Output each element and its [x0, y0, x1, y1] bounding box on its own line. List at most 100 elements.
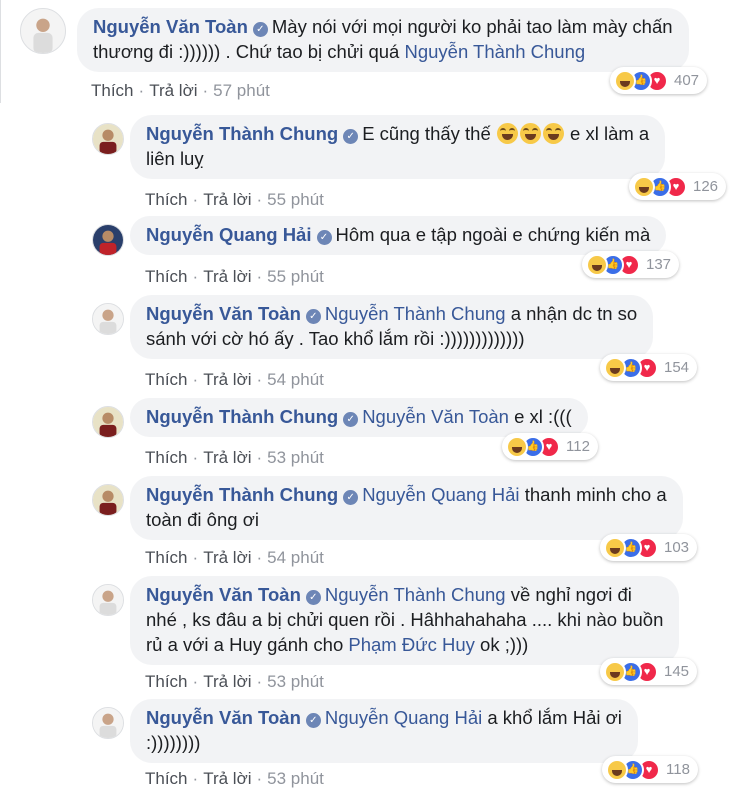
reaction-count: 145: [664, 663, 690, 680]
comment-actions: Thích · Trả lời · 54 phút: [145, 548, 324, 567]
mention-link[interactable]: Nguyễn Thành Chung: [404, 41, 585, 62]
comment-time[interactable]: 53 phút: [267, 672, 324, 691]
comment-text: rủ a với a Huy gánh cho: [146, 634, 344, 655]
mention-link[interactable]: Nguyễn Thành Chung: [325, 303, 506, 324]
haha-reaction-icon: [604, 356, 626, 379]
reaction-summary[interactable]: 👍 ♥ 154: [600, 354, 698, 381]
reaction-summary[interactable]: 👍 ♥ 145: [600, 658, 698, 685]
comment-text: nhé , ks đâu a bị chửi quen rồi . Hâhhah…: [146, 609, 664, 630]
reaction-count: 137: [646, 256, 672, 273]
verified-badge-icon: ✓: [316, 230, 332, 245]
author-name[interactable]: Nguyễn Văn Toàn: [146, 584, 301, 605]
comment-time[interactable]: 57 phút: [213, 81, 270, 100]
verified-badge-icon: ✓: [305, 713, 321, 728]
reply-link[interactable]: Trả lời: [203, 267, 251, 286]
reaction-summary[interactable]: 👍 ♥ 112: [502, 433, 598, 460]
comment-bubble: Nguyễn Văn Toàn ✓ Nguyễn Thành Chung a nhậ…: [130, 295, 654, 359]
verified-badge-icon: ✓: [343, 490, 359, 505]
reaction-summary[interactable]: 👍 ♥ 407: [610, 67, 708, 94]
reaction-count: 103: [664, 539, 690, 556]
mention-link[interactable]: Nguyễn Quang Hải: [325, 707, 482, 728]
reply-link[interactable]: Trả lời: [203, 672, 251, 691]
reply-link[interactable]: Trả lời: [203, 448, 251, 467]
comment-text: toàn đi ông ơi: [146, 509, 259, 530]
author-name[interactable]: Nguyễn Thành Chung: [146, 406, 338, 427]
reaction-count: 407: [674, 72, 700, 89]
avatar-nguyen-van-toan[interactable]: [92, 584, 124, 616]
avatar-nguyen-van-toan[interactable]: [92, 303, 124, 335]
avatar-nguyen-thanh-chung[interactable]: [92, 484, 124, 516]
comment-time[interactable]: 54 phút: [267, 370, 324, 389]
like-link[interactable]: Thích: [145, 672, 188, 691]
comment-text: a khổ lắm Hải ơi: [487, 707, 622, 728]
reply-link[interactable]: Trả lời: [149, 81, 197, 100]
like-link[interactable]: Thích: [145, 548, 188, 567]
haha-reaction-icon: [604, 660, 626, 683]
comment-text: Mày nói với mọi người ko phải tao làm mà…: [271, 16, 673, 37]
avatar-nguyen-thanh-chung[interactable]: [92, 123, 124, 155]
comment-text: a nhận dc tn so: [510, 303, 638, 324]
like-link[interactable]: Thích: [91, 81, 134, 100]
comment-time[interactable]: 54 phút: [267, 548, 324, 567]
haha-reaction-icon: [604, 536, 626, 559]
comment-text: thanh minh cho a: [524, 484, 667, 505]
comment-actions: Thích · Trả lời · 53 phút: [145, 769, 324, 788]
like-link[interactable]: Thích: [145, 769, 188, 788]
reply-link[interactable]: Trả lời: [203, 769, 251, 788]
comment-text: :)))))))): [146, 732, 201, 753]
comment-actions: Thích · Trả lời · 54 phút: [145, 370, 324, 389]
reaction-summary[interactable]: 👍 ♥ 118: [602, 756, 698, 783]
verified-badge-icon: ✓: [343, 129, 359, 144]
comment-text: Hôm qua e tập ngoài e chứng kiến mà: [335, 224, 651, 245]
author-name[interactable]: Nguyễn Văn Toàn: [93, 16, 248, 37]
thread-divider: [0, 0, 1, 103]
like-link[interactable]: Thích: [145, 267, 188, 286]
reaction-summary[interactable]: 👍 ♥ 137: [582, 251, 680, 278]
mention-link[interactable]: Phạm Đức Huy: [348, 634, 475, 655]
reaction-count: 154: [664, 359, 690, 376]
reply-link[interactable]: Trả lời: [203, 370, 251, 389]
author-name[interactable]: Nguyễn Văn Toàn: [146, 303, 301, 324]
reply-link[interactable]: Trả lời: [203, 190, 251, 209]
mention-link[interactable]: Nguyễn Quang Hải: [362, 484, 519, 505]
author-name[interactable]: Nguyễn Thành Chung: [146, 484, 338, 505]
reaction-count: 126: [693, 178, 719, 195]
comment-text: E cũng thấy thế: [362, 123, 491, 144]
mention-link[interactable]: Nguyễn Thành Chung: [325, 584, 506, 605]
like-link[interactable]: Thích: [145, 370, 188, 389]
author-name[interactable]: Nguyễn Thành Chung: [146, 123, 338, 144]
comment-time[interactable]: 55 phút: [267, 190, 324, 209]
reaction-summary[interactable]: 👍 ♥ 126: [629, 173, 727, 200]
reaction-count: 118: [666, 761, 690, 778]
avatar-nguyen-van-toan[interactable]: [20, 8, 66, 54]
like-link[interactable]: Thích: [145, 190, 188, 209]
comment-bubble: Nguyễn Văn Toàn ✓ Mày nói với mọi người ko…: [77, 8, 689, 72]
author-name[interactable]: Nguyễn Quang Hải: [146, 224, 312, 245]
like-link[interactable]: Thích: [145, 448, 188, 467]
comment-actions: Thích · Trả lời · 55 phút: [145, 267, 324, 286]
avatar-nguyen-quang-hai[interactable]: [92, 224, 124, 256]
comment-time[interactable]: 53 phút: [267, 769, 324, 788]
author-name[interactable]: Nguyễn Văn Toàn: [146, 707, 301, 728]
grinning-sweat-emoji: [542, 123, 564, 144]
comment-time[interactable]: 55 phút: [267, 267, 324, 286]
verified-badge-icon: ✓: [305, 590, 321, 605]
comment-bubble: Nguyễn Văn Toàn ✓ Nguyễn Thành Chung về ng…: [130, 576, 680, 665]
grinning-sweat-emoji: [519, 123, 541, 144]
comment-text: ok ;))): [480, 634, 529, 655]
comment-actions: Thích · Trả lời · 53 phút: [145, 672, 324, 691]
comment-text: liên luỵ: [146, 148, 204, 169]
reaction-summary[interactable]: 👍 ♥ 103: [600, 534, 698, 561]
haha-reaction-icon: [633, 175, 655, 198]
mention-link[interactable]: Nguyễn Văn Toàn: [362, 406, 509, 427]
comment-actions: Thích · Trả lời · 55 phút: [145, 190, 324, 209]
reply-link[interactable]: Trả lời: [203, 548, 251, 567]
comment-text: thương đi :)))))) . Chứ tao bị chửi quá: [93, 41, 400, 62]
verified-badge-icon: ✓: [252, 22, 268, 37]
comment-bubble: Nguyễn Thành Chung ✓ Nguyễn Quang Hải than…: [130, 476, 683, 540]
comment-time[interactable]: 53 phút: [267, 448, 324, 467]
avatar-nguyen-van-toan[interactable]: [92, 707, 124, 739]
avatar-nguyen-thanh-chung[interactable]: [92, 406, 124, 438]
haha-reaction-icon: [614, 69, 636, 92]
comment-text: về nghỉ ngơi đi: [510, 584, 632, 605]
